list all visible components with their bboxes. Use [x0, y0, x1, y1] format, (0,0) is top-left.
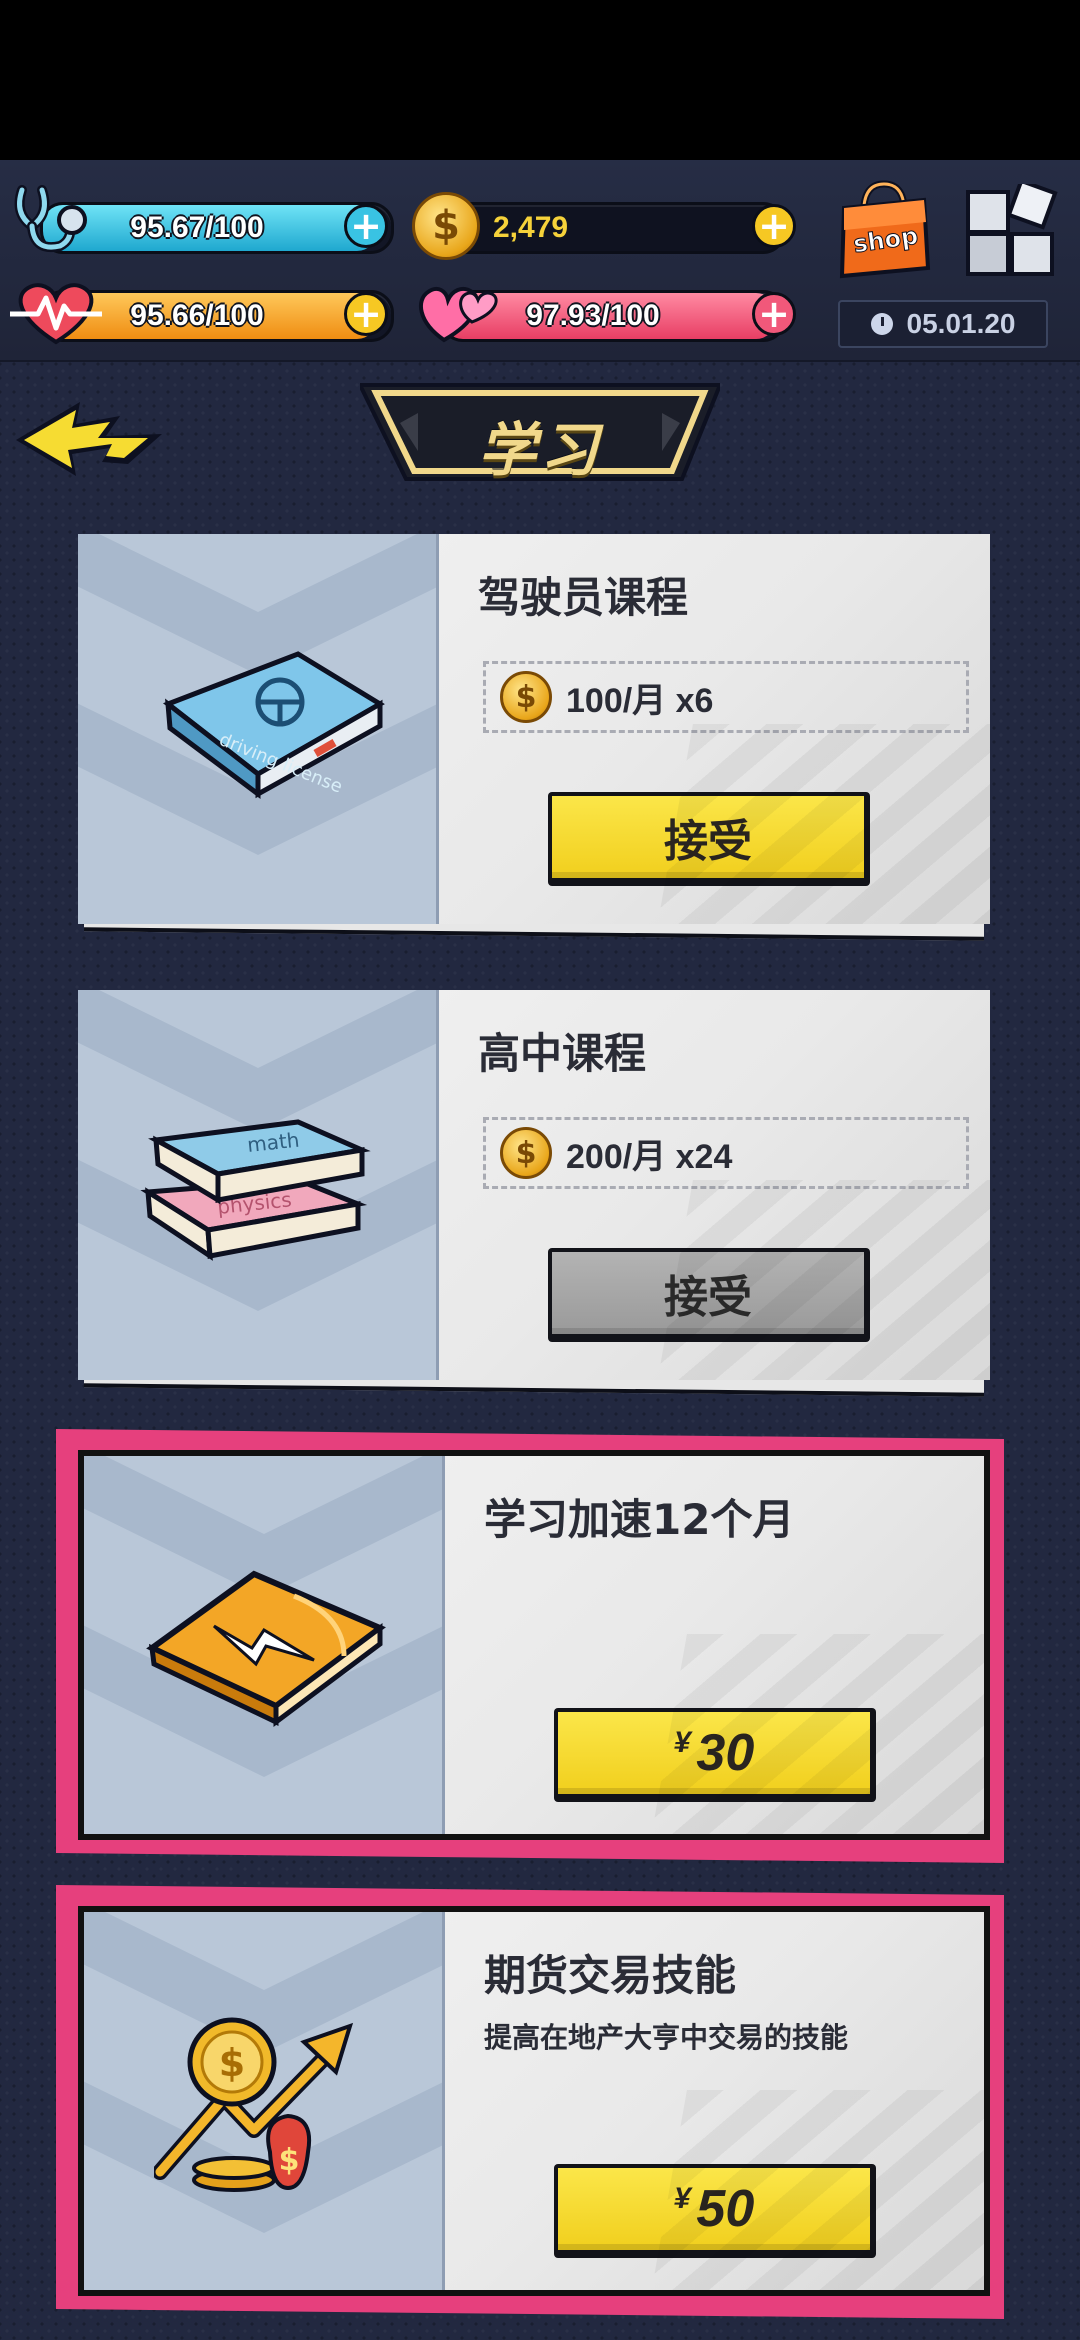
- coin-icon: $: [412, 192, 480, 260]
- price-box: $ 200/月 x24: [483, 1117, 969, 1189]
- health-plus-button[interactable]: +: [344, 204, 388, 248]
- course-card-driving: driving license 驾驶员课程 $ 100/月 x6 接受: [78, 534, 990, 941]
- coin-icon: $: [500, 1127, 552, 1179]
- card-title: 高中课程: [478, 1029, 647, 1078]
- study-screen: 95.67/100 + 95.66/100 + 2,479 + $ 97.93/…: [0, 0, 1080, 2340]
- textbooks-icon: physics math: [140, 1119, 371, 1261]
- clock-icon: [870, 313, 893, 335]
- happiness-plus-button[interactable]: +: [752, 292, 796, 336]
- coins-bar: 2,479: [440, 202, 786, 254]
- buy-button-price: 30: [696, 1724, 755, 1782]
- shop-bag-icon[interactable]: shop: [836, 178, 932, 280]
- card-art: physics math: [78, 990, 439, 1380]
- course-card-highschool: physics math 高中课程 $ 200/月 x24 接受: [78, 990, 990, 1397]
- futures-skill-card: $ $ 期货交易技能 提高在地产大亨中交易的技能 ¥ 50: [56, 1885, 1004, 2319]
- card-title: 学习加速12个月: [484, 1495, 795, 1544]
- card-title: 期货交易技能: [484, 1951, 737, 2000]
- date-display: 05.01.20: [838, 300, 1048, 348]
- driving-license-book-icon: driving license: [162, 651, 385, 799]
- buy-skill-button[interactable]: ¥ 50: [554, 2164, 876, 2258]
- accept-button-label: 接受: [552, 1252, 864, 1334]
- card-panel: $ $ 期货交易技能 提高在地产大亨中交易的技能 ¥ 50: [78, 1906, 990, 2296]
- currency-symbol: ¥: [673, 2182, 691, 2215]
- accept-button-label: 接受: [552, 796, 864, 878]
- price-text: 200/月 x24: [566, 1137, 733, 1176]
- buy-button-face: ¥ 30: [558, 1712, 870, 1794]
- study-speedup-card: 学习加速12个月 ¥ 30: [56, 1429, 1004, 1863]
- buy-speedup-button[interactable]: ¥ 30: [554, 1708, 876, 1802]
- card-panel: physics math 高中课程 $ 200/月 x24 接受: [78, 990, 990, 1380]
- back-arrow-button[interactable]: [10, 392, 170, 492]
- card-panel: driving license 驾驶员课程 $ 100/月 x6 接受: [78, 534, 990, 924]
- title-plate: 学习: [360, 383, 720, 484]
- svg-text:$: $: [279, 2143, 300, 2178]
- hud-panel: 95.67/100 + 95.66/100 + 2,479 + $ 97.93/…: [0, 160, 1080, 362]
- accept-button-disabled[interactable]: 接受: [548, 1248, 870, 1342]
- card-art: [84, 1456, 445, 1834]
- coins-value: 2,479: [493, 211, 569, 244]
- card-title: 驾驶员课程: [478, 573, 689, 622]
- svg-text:$: $: [219, 2041, 245, 2085]
- accept-button[interactable]: 接受: [548, 792, 870, 886]
- lightning-card-icon: [146, 1570, 386, 1727]
- card-art: driving license: [78, 534, 439, 924]
- stethoscope-icon: [14, 185, 87, 252]
- date-value: 05.01.20: [906, 308, 1016, 339]
- page-title: 学习: [477, 416, 602, 484]
- heartbeat-icon: [10, 283, 102, 345]
- currency-symbol: ¥: [673, 1726, 691, 1759]
- money-growth-icon: $ $: [154, 2017, 354, 2192]
- card-art: $ $: [84, 1912, 445, 2290]
- menu-tiles-icon[interactable]: [964, 184, 1058, 280]
- coin-icon: $: [500, 671, 552, 723]
- buy-button-face: ¥ 50: [558, 2168, 870, 2250]
- coins-plus-button[interactable]: +: [752, 204, 796, 248]
- price-box: $ 100/月 x6: [483, 661, 969, 733]
- buy-button-price: 50: [696, 2180, 755, 2238]
- hearts-icon: [419, 287, 498, 343]
- price-text: 100/月 x6: [566, 681, 714, 720]
- stamina-plus-button[interactable]: +: [344, 292, 388, 336]
- card-description: 提高在地产大亨中交易的技能: [484, 2021, 849, 2054]
- status-bar: [0, 0, 1080, 160]
- card-panel: 学习加速12个月 ¥ 30: [78, 1450, 990, 1840]
